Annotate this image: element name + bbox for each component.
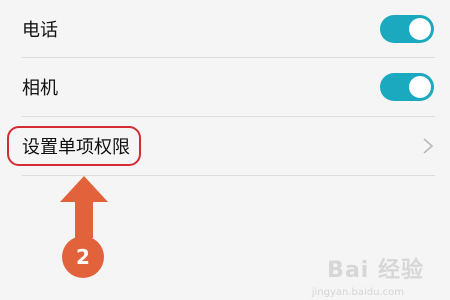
camera-toggle[interactable]	[380, 73, 434, 101]
settings-row-phone[interactable]: 电话	[0, 0, 450, 58]
watermark-logo: Bai 经验	[327, 258, 424, 283]
settings-row-camera[interactable]: 相机	[0, 58, 450, 116]
toggle-knob	[409, 18, 431, 40]
phone-toggle[interactable]	[380, 15, 434, 43]
chevron-stroke	[423, 138, 434, 154]
phone-label: 电话	[22, 20, 58, 41]
camera-label: 相机	[22, 78, 58, 99]
toggle-knob	[409, 76, 431, 98]
arrow-shape	[60, 176, 108, 238]
chevron-right-icon	[423, 138, 434, 154]
watermark-url: jingyan.baidu.com	[311, 287, 404, 298]
arrow-up-icon	[60, 176, 108, 238]
step-badge: 2	[62, 236, 104, 278]
highlight-ring	[7, 126, 141, 166]
